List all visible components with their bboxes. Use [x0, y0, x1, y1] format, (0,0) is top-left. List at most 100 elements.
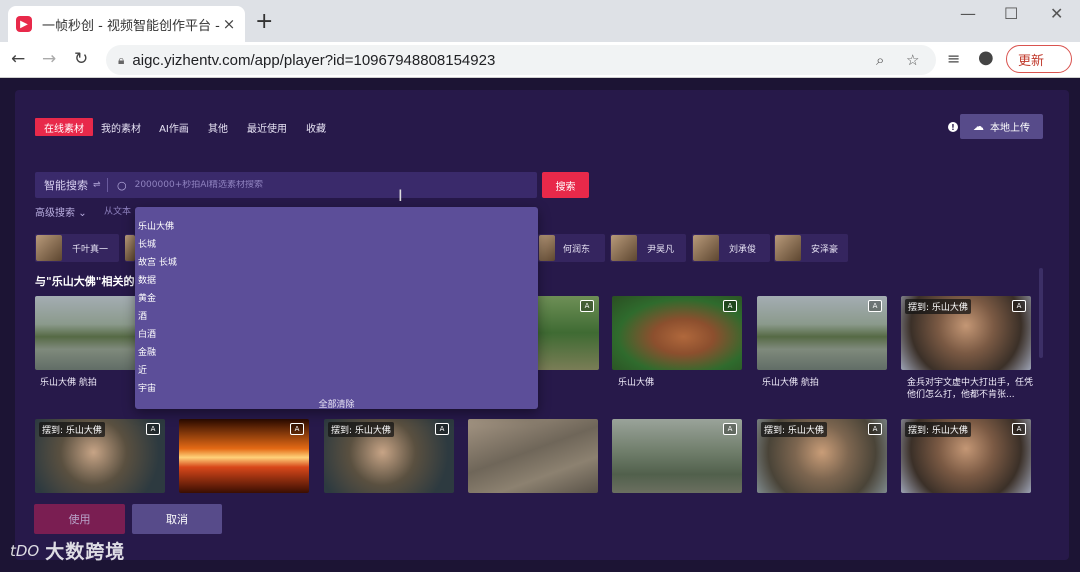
address-bar[interactable]: 🔒︎ aigc.yizhentv.com/app/player?id=10967… — [106, 45, 936, 75]
update-button[interactable]: 更新 — [1006, 45, 1072, 73]
material-card[interactable]: A — [179, 419, 309, 493]
search-icon: ○ — [117, 178, 127, 192]
swap-icon: ⇌ — [93, 180, 101, 190]
person-chip[interactable]: 刘承俊 — [692, 234, 770, 262]
image-type-icon: A — [868, 423, 882, 435]
material-card[interactable]: A — [612, 296, 742, 370]
avatar — [611, 235, 637, 261]
person-chip[interactable]: 尹昊凡 — [610, 234, 686, 262]
tab-recent[interactable]: 最近使用 — [243, 118, 291, 136]
clear-history-button[interactable]: 全部清除 — [135, 397, 538, 410]
back-icon[interactable]: ← — [11, 50, 25, 68]
new-tab-button[interactable]: + — [255, 11, 273, 33]
status-badge: 摆到: 乐山大佛 — [39, 422, 105, 437]
tab-online-material[interactable]: 在线素材 — [35, 118, 93, 136]
history-item[interactable]: 数据 — [138, 273, 156, 286]
person-chip-label: 何润东 — [563, 244, 591, 255]
scrollbar[interactable] — [1039, 268, 1043, 358]
zoom-icon[interactable]: ⌕ — [876, 51, 884, 69]
history-item[interactable]: 黄金 — [138, 291, 156, 304]
history-item[interactable]: 故宫 长城 — [138, 255, 177, 268]
use-button[interactable]: 使用 — [34, 504, 125, 534]
history-item[interactable]: 酒 — [138, 309, 147, 322]
person-chip-label: 尹昊凡 — [647, 244, 675, 255]
forward-icon[interactable]: → — [42, 50, 56, 68]
status-badge: 摆到: 乐山大佛 — [761, 422, 827, 437]
history-item[interactable]: 乐山大佛 — [138, 219, 174, 232]
card-caption: 金兵对宇文虚中大打出手，任凭他们怎么打，他都不肯张... — [907, 378, 1034, 400]
bookmark-star-icon[interactable]: ☆ — [906, 51, 919, 69]
thumbnail — [468, 419, 598, 493]
status-badge: 摆到: 乐山大佛 — [905, 299, 971, 314]
history-item[interactable]: 长城 — [138, 237, 156, 250]
browser-tabbar: ▶ 一帧秒创 - 视频智能创作平台 - A × + — ☐ ✕ — [0, 0, 1080, 42]
tab-close-icon[interactable]: × — [221, 15, 237, 33]
material-card[interactable]: 摆到: 乐山大佛 A — [35, 419, 165, 493]
media-queue-icon[interactable]: ≡ — [947, 49, 960, 68]
person-chip[interactable]: 安泽豪 — [774, 234, 848, 262]
cancel-button[interactable]: 取消 — [132, 504, 222, 534]
browser-tab[interactable]: ▶ 一帧秒创 - 视频智能创作平台 - A × — [8, 6, 245, 42]
material-card[interactable]: 摆到: 乐山大佛 A — [901, 419, 1031, 493]
history-item[interactable]: 宇宙 — [138, 381, 156, 394]
history-item[interactable]: 近 — [138, 363, 147, 376]
avatar — [36, 235, 62, 261]
image-type-icon: A — [868, 300, 882, 312]
url-text: aigc.yizhentv.com/app/player?id=10967948… — [132, 51, 496, 69]
search-bar: 智能搜索 ⇌ ○ — [35, 172, 537, 198]
material-card[interactable]: A — [757, 296, 887, 370]
watermark-text: 大数跨境 — [45, 541, 126, 563]
person-chip-label: 刘承俊 — [729, 244, 757, 255]
history-item[interactable]: 金融 — [138, 345, 156, 358]
text-cursor-icon: I — [398, 186, 403, 205]
profile-icon[interactable]: ● — [978, 47, 994, 68]
minimize-icon[interactable]: — — [960, 4, 976, 23]
material-card[interactable]: 摆到: 乐山大佛 A — [901, 296, 1031, 370]
lock-icon: 🔒︎ — [118, 52, 125, 67]
tab-my-material[interactable]: 我的素材 — [97, 118, 145, 136]
avatar — [125, 235, 135, 261]
person-chip-partial[interactable] — [125, 234, 135, 262]
avatar — [693, 235, 719, 261]
watermark: tDO 大数跨境 — [10, 537, 125, 564]
upload-label: 本地上传 — [990, 123, 1030, 134]
material-card[interactable] — [468, 419, 598, 493]
person-chip[interactable]: 千叶真一 — [35, 234, 119, 262]
history-item[interactable]: 白酒 — [138, 327, 156, 340]
tab-title: 一帧秒创 - 视频智能创作平台 - A — [42, 18, 221, 34]
page: 在线素材 我的素材 AI作画 其他 最近使用 收藏 ! ☁ 本地上传 智能搜索 … — [0, 79, 1080, 572]
avatar — [775, 235, 801, 261]
search-input[interactable] — [134, 180, 537, 190]
search-button[interactable]: 搜索 — [542, 172, 589, 198]
section-title: 与"乐山大佛"相关的 — [35, 275, 135, 288]
status-badge: 摆到: 乐山大佛 — [905, 422, 971, 437]
image-type-icon: A — [580, 300, 594, 312]
local-upload-button[interactable]: ☁ 本地上传 — [960, 114, 1043, 139]
cloud-upload-icon: ☁ — [973, 120, 984, 133]
search-mode-select[interactable]: 智能搜索 ⇌ — [35, 177, 107, 193]
advanced-search-label: 高级搜索 — [35, 208, 75, 219]
advanced-search-toggle[interactable]: 高级搜索 ⌄ — [35, 204, 87, 219]
image-type-icon: A — [435, 423, 449, 435]
material-card[interactable]: A — [612, 419, 742, 493]
person-chip[interactable]: 何润东 — [538, 234, 605, 262]
image-type-icon: A — [1012, 423, 1026, 435]
material-card[interactable]: 摆到: 乐山大佛 A — [324, 419, 454, 493]
material-card[interactable]: 摆到: 乐山大佛 A — [757, 419, 887, 493]
close-window-icon[interactable]: ✕ — [1050, 4, 1063, 23]
favicon-icon: ▶ — [16, 16, 32, 32]
tab-favorites[interactable]: 收藏 — [300, 118, 332, 136]
browser-toolbar: ← → ↻ 🔒︎ aigc.yizhentv.com/app/player?id… — [0, 42, 1080, 78]
reload-icon[interactable]: ↻ — [74, 50, 88, 68]
tab-other[interactable]: 其他 — [201, 118, 235, 136]
chevron-down-icon: ⌄ — [78, 208, 87, 219]
tab-ai-drawing[interactable]: AI作画 — [153, 118, 195, 136]
search-mode-label: 智能搜索 — [44, 179, 88, 192]
card-caption: 乐山大佛 航拍 — [762, 378, 819, 388]
search-history-dropdown: 乐山大佛 长城 故宫 长城 数据 黄金 酒 白酒 金融 近 宇宙 全部清除 — [135, 207, 538, 410]
app-root: ▶ 一帧秒创 - 视频智能创作平台 - A × + — ☐ ✕ ← → ↻ 🔒︎… — [0, 0, 1080, 572]
advanced-search-extra: 从文本 — [104, 207, 132, 217]
maximize-icon[interactable]: ☐ — [1004, 4, 1018, 23]
help-icon[interactable]: ! — [948, 122, 958, 132]
watermark-logo: tDO — [10, 541, 40, 560]
